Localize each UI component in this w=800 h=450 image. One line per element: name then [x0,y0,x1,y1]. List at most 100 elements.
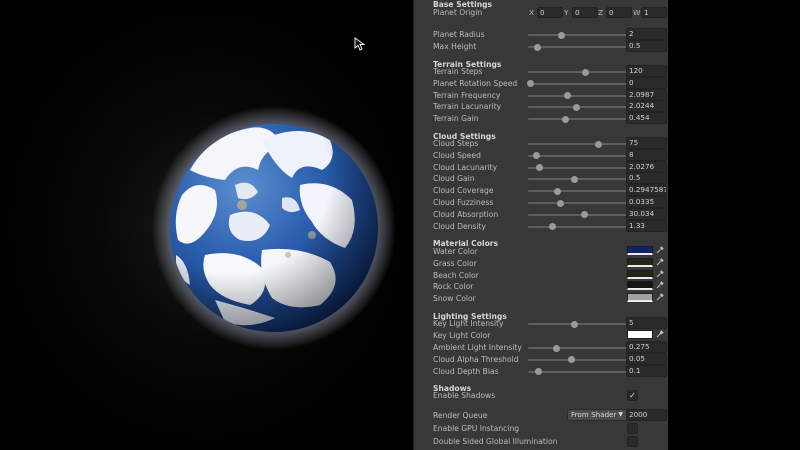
slider-thumb[interactable] [557,31,565,39]
planet-rotation-speed-field[interactable]: 0 [626,76,667,89]
terrain-steps-slider[interactable] [528,68,636,76]
eyedropper-icon[interactable] [656,269,664,278]
empty-area [668,0,800,450]
cloud-density-slider[interactable] [528,223,636,231]
render-queue-label: Render Queue [433,411,488,420]
cloud-depth-bias-slider[interactable] [528,368,636,376]
cloud-gain-label: Cloud Gain [433,174,475,184]
cloud-speed-field[interactable]: 8 [626,148,667,161]
slider-thumb[interactable] [594,140,602,148]
planet-radius-field[interactable]: 2 [626,28,667,40]
water-color-label: Water Color [433,247,478,256]
cloud-alpha-threshold-label: Cloud Alpha Threshold [433,354,519,364]
cloud-alpha-threshold-field[interactable]: 0.05 [626,352,667,365]
render-queue-mode: From Shader [571,410,617,419]
cloud-steps-slider[interactable] [528,140,636,148]
cloud-lacunarity-slider[interactable] [528,164,636,172]
cloud-depth-bias-label: Cloud Depth Bias [433,366,499,376]
scene-viewport[interactable] [0,0,413,450]
cloud-absorption-field[interactable]: 30.034 [626,207,667,220]
enable-shadows-checkbox[interactable]: ✓ [627,390,638,401]
key-light-color-label: Key Light Color [433,331,491,340]
cloud-speed-slider[interactable] [528,152,636,160]
key-light-color-swatch[interactable] [627,330,653,339]
terrain-frequency-field[interactable]: 2.0987 [626,88,667,101]
planet-rotation-speed-slider[interactable] [526,80,636,88]
snow-color-swatch[interactable] [627,293,653,303]
terrain-lacunarity-slider[interactable] [528,103,636,111]
cloud-gain-field[interactable]: 0.5 [626,172,667,185]
cloud-steps-field[interactable]: 75 [626,137,667,149]
cloud-coverage-slider[interactable] [528,187,636,195]
terrain-frequency-slider[interactable] [528,92,636,100]
planet-radius-slider[interactable] [528,31,636,39]
eyedropper-icon[interactable] [656,246,664,254]
render-queue-field[interactable]: 2000 [626,409,667,421]
terrain-lacunarity-field[interactable]: 2.0244 [626,100,667,113]
slider-thumb[interactable] [556,199,564,207]
grass-color-swatch[interactable] [627,257,653,267]
max-height-slider[interactable] [528,43,636,51]
water-color-swatch[interactable] [627,246,653,255]
cloud-speed-label: Cloud Speed [433,150,481,160]
cloud-fuzziness-slider[interactable] [528,199,636,207]
beach-color-swatch[interactable] [627,269,653,279]
cloud-gain-slider[interactable] [528,175,636,183]
slider-thumb[interactable] [553,187,561,195]
gpu-instancing-checkbox[interactable] [627,423,638,434]
max-height-label: Max Height [433,42,477,51]
render-queue-dropdown[interactable]: From Shader ▼ [567,409,628,421]
key-light-intensity-label: Key Light Intensity [433,319,504,328]
eyedropper-icon[interactable] [656,281,664,289]
terrain-gain-slider[interactable] [528,115,636,123]
slider-thumb[interactable] [536,164,544,172]
cloud-coverage-field[interactable]: 0.2947587 [626,184,667,197]
origin-w-field[interactable]: 1 [641,7,667,18]
slider-thumb[interactable] [567,356,575,364]
inspector-panel: Base Settings Planet Origin X 0 Y 0 Z 0 … [413,0,668,450]
origin-x-field[interactable]: 0 [537,7,563,18]
slider-thumb[interactable] [570,175,578,183]
planet-rotation-speed-label: Planet Rotation Speed [433,78,518,88]
planet-render [152,106,396,350]
rock-color-swatch[interactable] [627,281,653,291]
ambient-light-intensity-field[interactable]: 0.275 [626,341,667,353]
key-light-intensity-field[interactable]: 5 [626,317,667,329]
slider-thumb[interactable] [564,92,572,100]
terrain-gain-field[interactable]: 0.454 [626,112,667,125]
mouse-cursor-icon [354,37,366,51]
origin-w-label: W [633,8,641,17]
slider-thumb[interactable] [533,152,541,160]
slider-thumb[interactable] [534,43,542,51]
terrain-lacunarity-label: Terrain Lacunarity [433,102,502,112]
slider-thumb[interactable] [581,68,589,76]
cloud-absorption-slider[interactable] [528,211,636,219]
slider-thumb[interactable] [526,80,534,88]
slider-thumb[interactable] [573,103,581,111]
max-height-field[interactable]: 0.5 [626,40,667,52]
slider-thumb[interactable] [552,344,560,352]
gpu-instancing-label: Enable GPU Instancing [433,424,520,433]
slider-thumb[interactable] [570,320,578,328]
beach-color-label: Beach Color [433,270,479,280]
origin-z-field[interactable]: 0 [606,7,632,18]
slider-thumb[interactable] [580,211,588,219]
double-sided-gi-checkbox[interactable] [627,436,638,447]
ambient-light-intensity-slider[interactable] [528,344,636,352]
terrain-steps-field[interactable]: 120 [626,65,667,77]
origin-y-field[interactable]: 0 [572,7,598,18]
cloud-lacunarity-field[interactable]: 2.0276 [626,160,667,173]
cloud-density-field[interactable]: 1.33 [626,219,667,232]
slider-thumb[interactable] [535,368,543,376]
cloud-alpha-threshold-slider[interactable] [528,356,636,364]
eyedropper-icon[interactable] [656,293,664,301]
planet-radius-label: Planet Radius [433,30,485,39]
slider-thumb[interactable] [562,115,570,123]
eyedropper-icon[interactable] [656,330,664,338]
cloud-depth-bias-field[interactable]: 0.1 [626,364,667,377]
slider-thumb[interactable] [549,223,557,231]
eyedropper-icon[interactable] [656,258,664,266]
cloud-fuzziness-field[interactable]: 0.0335 [626,196,667,208]
ambient-light-intensity-label: Ambient Light Intensity [433,343,522,352]
key-light-intensity-slider[interactable] [528,320,636,328]
